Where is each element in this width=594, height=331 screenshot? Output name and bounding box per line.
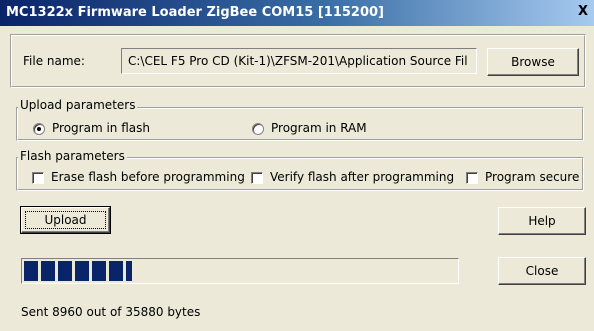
erase-flash-checkbox[interactable] xyxy=(32,172,44,184)
file-name-label: File name: xyxy=(23,54,85,68)
program-in-ram-radio[interactable] xyxy=(252,123,264,135)
program-in-flash-radio[interactable] xyxy=(33,123,45,135)
program-secure-checkbox[interactable] xyxy=(466,172,478,184)
verify-flash-checkbox[interactable] xyxy=(251,172,263,184)
help-button[interactable]: Help xyxy=(498,207,586,235)
title-bar[interactable]: MC1322x Firmware Loader ZigBee COM15 [11… xyxy=(0,0,594,26)
browse-button[interactable]: Browse xyxy=(487,48,579,76)
upload-progress-fill xyxy=(24,261,132,281)
upload-button-label: Upload xyxy=(44,213,87,227)
verify-flash-label[interactable]: Verify flash after programming xyxy=(270,170,454,184)
status-text: Sent 8960 out of 35880 bytes xyxy=(21,305,201,319)
close-button[interactable]: Close xyxy=(498,257,586,285)
file-name-panel: File name: C:\CEL F5 Pro CD (Kit-1)\ZFSM… xyxy=(10,34,586,88)
firmware-loader-window: MC1322x Firmware Loader ZigBee COM15 [11… xyxy=(0,0,594,331)
program-in-ram-label[interactable]: Program in RAM xyxy=(271,121,367,135)
close-button-label: Close xyxy=(525,264,559,278)
upload-button[interactable]: Upload xyxy=(20,206,111,234)
browse-button-label: Browse xyxy=(511,55,555,69)
program-secure-label[interactable]: Program secure xyxy=(485,170,579,184)
window-title: MC1322x Firmware Loader ZigBee COM15 [11… xyxy=(6,5,385,20)
help-button-label: Help xyxy=(528,214,556,228)
program-in-flash-label[interactable]: Program in flash xyxy=(52,121,150,135)
file-name-field[interactable]: C:\CEL F5 Pro CD (Kit-1)\ZFSM-201\Applic… xyxy=(121,48,477,74)
close-window-icon[interactable]: X xyxy=(576,5,590,19)
flash-parameters-title: Flash parameters xyxy=(18,149,127,163)
upload-parameters-title: Upload parameters xyxy=(18,98,138,112)
upload-progress-bar xyxy=(21,258,459,284)
erase-flash-label[interactable]: Erase flash before programming xyxy=(51,170,245,184)
